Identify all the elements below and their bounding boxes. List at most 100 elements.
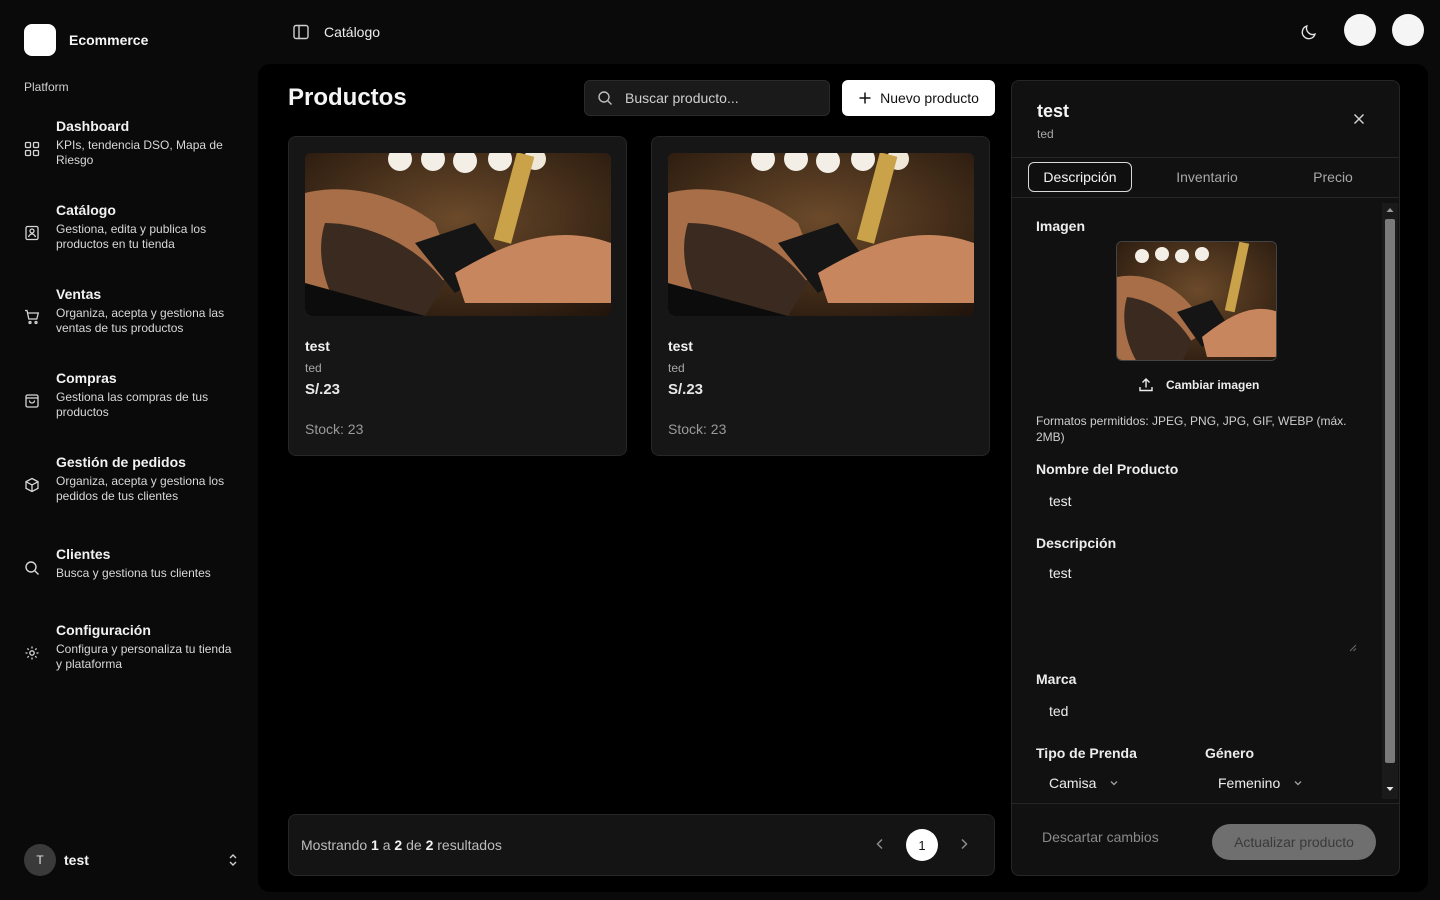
description-field[interactable]: test [1036,557,1358,655]
scrollbar[interactable] [1382,203,1398,799]
user-menu[interactable]: T test [24,844,240,876]
image-label: Imagen [1036,218,1086,234]
gender-label: Género [1205,745,1255,761]
brand[interactable]: Ecommerce [24,24,148,56]
sidebar-item-desc: Organiza, acepta y gestiona las ventas d… [56,306,225,335]
divider [1012,157,1399,158]
page-title: Productos [288,84,407,111]
sidebar-item-desc: Configura y personaliza tu tienda y plat… [56,642,232,671]
results-suffix: resultados [437,837,502,853]
sidebar-item-title: Clientes [56,546,111,562]
chevron-right-icon[interactable] [957,837,971,851]
tab-inventario[interactable]: Inventario [1132,162,1282,192]
sidebar-item-title: Dashboard [56,118,130,134]
shopping-bag-icon [24,393,48,409]
product-card[interactable]: test ted S/.23 Stock: 23 [651,136,990,456]
brand-logo [24,24,56,56]
product-name: test [305,338,330,354]
breadcrumb: Catálogo [324,24,381,40]
user-name: test [64,852,89,868]
product-name-field[interactable] [1036,483,1358,519]
package-icon [24,477,48,493]
results-prefix: Mostrando [301,837,368,853]
product-price: S/.23 [305,381,341,398]
upload-icon [1138,377,1154,393]
page-button-current[interactable]: 1 [906,829,938,861]
results-total: 2 [425,837,434,853]
sidebar-item-clientes[interactable]: Clientes Busca y gestiona tus clientes [24,546,240,581]
sidebar-item-desc: KPIs, tendencia DSO, Mapa de Riesgo [56,138,223,167]
header-avatar[interactable] [1344,14,1376,46]
panel-subtitle: ted [1037,127,1054,141]
image-icon [24,225,48,241]
panel-title: test [1037,101,1070,121]
pagination-bar: Mostrando 1 a 2 de 2 resultados 1 [288,814,995,876]
sidebar-item-title: Configuración [56,622,151,638]
sidebar-item-ventas[interactable]: Ventas Organiza, acepta y gestiona las v… [24,286,240,336]
update-product-button[interactable]: Actualizar producto [1212,824,1376,860]
product-stock: Stock: 23 [668,421,727,437]
sidebar-item-desc: Organiza, acepta y gestiona los pedidos … [56,474,225,503]
product-stock: Stock: 23 [305,421,364,437]
product-brand: ted [305,361,322,375]
tab-descripcion[interactable]: Descripción [1028,162,1132,192]
scroll-up-arrow-icon[interactable] [1385,206,1395,214]
search-input[interactable] [625,90,815,106]
product-brand: ted [668,361,685,375]
brand-label: Marca [1036,671,1077,687]
product-image [305,153,611,316]
new-product-button[interactable]: Nuevo producto [842,80,995,116]
brand-field[interactable] [1036,693,1358,729]
moon-icon[interactable] [1300,23,1318,41]
results-of-word: de [406,837,422,853]
formats-hint: Formatos permitidos: JPEG, PNG, JPG, GIF… [1036,414,1347,444]
topbar: Catálogo [256,0,1440,64]
tab-precio[interactable]: Precio [1282,162,1384,192]
sidebar-item-title: Catálogo [56,202,116,218]
discard-changes-button[interactable]: Descartar cambios [1042,829,1159,845]
cart-icon [24,309,48,325]
sidebar-item-desc: Busca y gestiona tus clientes [56,566,211,580]
garment-type-select[interactable]: Camisa [1049,775,1120,791]
sidebar-item-title: Compras [56,370,117,386]
results-to: 2 [394,837,403,853]
sidebar-item-compras[interactable]: Compras Gestiona las compras de tus prod… [24,370,240,420]
product-image [668,153,974,316]
change-image-button[interactable]: Cambiar imagen [1138,377,1259,393]
product-image-preview [1116,241,1277,361]
sidebar-item-desc: Gestiona, edita y publica los productos … [56,222,207,251]
product-card[interactable]: test ted S/.23 Stock: 23 [288,136,627,456]
plus-icon [858,91,872,105]
name-label: Nombre del Producto [1036,461,1179,477]
scroll-down-arrow-icon[interactable] [1385,785,1395,793]
sidebar-item-gestion-pedidos[interactable]: Gestión de pedidos Organiza, acepta y ge… [24,454,240,504]
product-name: test [668,338,693,354]
garment-type-value: Camisa [1049,775,1097,791]
header-avatar[interactable] [1392,14,1424,46]
sidebar-item-dashboard[interactable]: Dashboard KPIs, tendencia DSO, Mapa de R… [24,118,240,168]
gender-select[interactable]: Femenino [1218,775,1304,791]
sidebar-item-catalogo[interactable]: Catálogo Gestiona, edita y publica los p… [24,202,240,252]
sidebar-item-configuracion[interactable]: Configuración Configura y personaliza tu… [24,622,240,672]
scrollbar-thumb[interactable] [1385,219,1395,763]
sidebar-item-desc: Gestiona las compras de tus productos [56,390,209,419]
panel-tabs: Descripción Inventario Precio [1028,162,1384,192]
sidebar-section-label: Platform [24,80,69,94]
product-detail-panel: test ted Descripción Inventario Precio I… [1011,80,1400,876]
sidebar-toggle-icon[interactable] [292,23,310,41]
gender-value: Femenino [1218,775,1281,791]
close-icon[interactable] [1352,112,1366,126]
layout-grid-icon [24,141,48,157]
chevron-down-icon [1108,777,1120,789]
new-product-label: Nuevo producto [880,90,979,106]
brand-name: Ecommerce [69,32,149,48]
change-image-label: Cambiar imagen [1166,378,1260,392]
chevron-left-icon[interactable] [873,837,887,851]
search-icon [24,560,48,576]
chevron-down-icon [1292,777,1304,789]
description-label: Descripción [1036,535,1117,551]
sidebar-item-title: Ventas [56,286,102,302]
resize-grip-icon[interactable] [1349,644,1357,652]
search-box[interactable] [584,80,830,116]
results-from: 1 [371,837,379,853]
